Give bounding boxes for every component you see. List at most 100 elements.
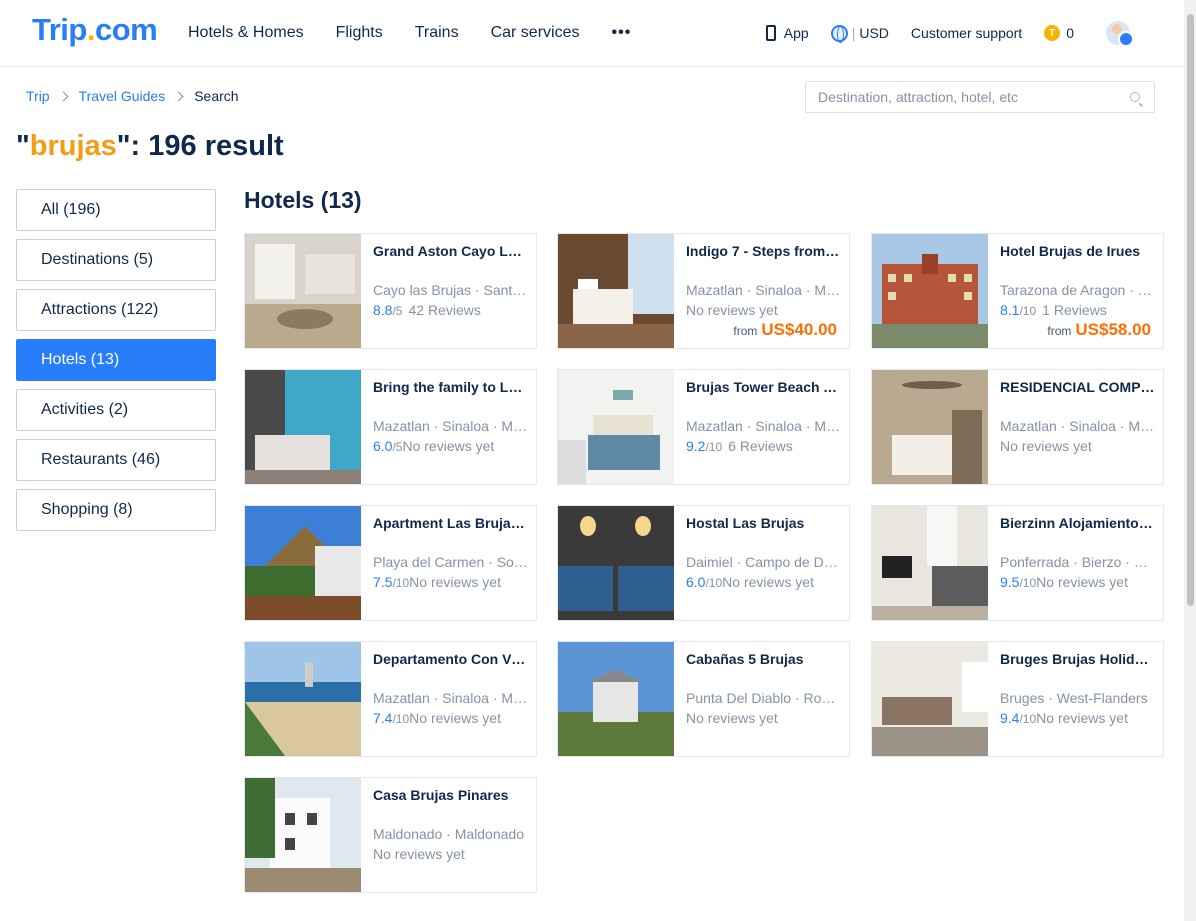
hotel-card[interactable]: Bring the family to Las Brujas Mazatlan ·… xyxy=(244,369,537,485)
hotel-info: Brujas Tower Beach Apartment Mazatlan · S… xyxy=(686,379,841,456)
hotel-reviews: No reviews yet xyxy=(1000,438,1092,454)
hotel-score: 6.0 xyxy=(686,574,706,590)
currency-label: USD xyxy=(859,25,889,41)
hotel-info: Grand Aston Cayo Las Brujas Beach Resort… xyxy=(373,243,528,320)
nav-car-services[interactable]: Car services xyxy=(491,24,580,42)
hotel-rating: 8.8/5 42 Reviews xyxy=(373,302,528,320)
price-prefix: from xyxy=(1047,324,1072,338)
nav-hotels-homes[interactable]: Hotels & Homes xyxy=(188,24,304,42)
hotel-score-scale: /10 xyxy=(392,576,410,590)
hotel-location: Daimiel · Campo de Daimiel xyxy=(686,554,841,570)
hotel-photo[interactable] xyxy=(872,370,988,484)
hotel-reviews: 42 Reviews xyxy=(408,302,481,318)
hotel-info: Casa Brujas Pinares Maldonado · Maldonado… xyxy=(373,787,528,864)
currency-selector[interactable]: | USD xyxy=(830,24,889,43)
more-menu-icon[interactable]: ••• xyxy=(611,24,631,42)
breadcrumb-travel-guides[interactable]: Travel Guides xyxy=(79,88,166,104)
section-title: Hotels (13) xyxy=(244,187,362,213)
hotel-photo[interactable] xyxy=(872,506,988,620)
hotel-card[interactable]: Bruges Brujas Holiday Home Bruges · West-… xyxy=(871,641,1164,757)
hotel-name[interactable]: Cabañas 5 Brujas xyxy=(686,651,841,669)
hotel-rating: 6.0/10No reviews yet xyxy=(686,574,841,592)
hotel-name[interactable]: Bring the family to Las Brujas xyxy=(373,379,528,397)
sidebar-item-attractions[interactable]: Attractions (122) xyxy=(16,289,216,331)
search-icon[interactable] xyxy=(1130,92,1140,102)
hotel-card[interactable]: RESIDENCIAL COMPLETA BRUJAS Mazatlan · Si… xyxy=(871,369,1164,485)
sidebar-item-destinations[interactable]: Destinations (5) xyxy=(16,239,216,281)
hotel-info: RESIDENCIAL COMPLETA BRUJAS Mazatlan · Si… xyxy=(1000,379,1155,456)
breadcrumb-trip[interactable]: Trip xyxy=(26,88,50,104)
hotel-name[interactable]: Apartment Las Brujas Playa xyxy=(373,515,528,533)
app-link[interactable]: App xyxy=(765,25,809,41)
hotel-score-scale: /10 xyxy=(1019,304,1037,318)
hotel-score: 6.0 xyxy=(373,438,393,454)
hotel-location: Mazatlan · Sinaloa · Mexico xyxy=(686,282,841,298)
page-scrollbar[interactable] xyxy=(1184,0,1196,921)
hotel-card[interactable]: Brujas Tower Beach Apartment Mazatlan · S… xyxy=(557,369,850,485)
hotel-reviews: No reviews yet xyxy=(722,574,814,590)
hotel-location: Mazatlan · Sinaloa · Mexico xyxy=(1000,418,1155,434)
hotel-photo[interactable] xyxy=(872,234,988,348)
hotel-name[interactable]: Bruges Brujas Holiday Home xyxy=(1000,651,1155,669)
sidebar-item-hotels[interactable]: Hotels (13) xyxy=(16,339,216,381)
hotel-photo[interactable] xyxy=(872,642,988,756)
hotel-name[interactable]: Casa Brujas Pinares xyxy=(373,787,528,805)
hotel-name[interactable]: RESIDENCIAL COMPLETA BRUJAS xyxy=(1000,379,1155,397)
price-amount: US$58.00 xyxy=(1075,320,1151,339)
nav-trains[interactable]: Trains xyxy=(415,24,459,42)
hotel-photo[interactable] xyxy=(245,642,361,756)
header-utilities: App | USD Customer support T 0 xyxy=(744,0,1134,66)
hotel-photo[interactable] xyxy=(245,370,361,484)
hotel-reviews: 6 Reviews xyxy=(728,438,793,454)
hotel-rating: No reviews yet xyxy=(373,846,528,864)
sidebar-item-all[interactable]: All (196) xyxy=(16,189,216,231)
hotel-card[interactable]: Cabañas 5 Brujas Punta Del Diablo · Rocha… xyxy=(557,641,850,757)
sidebar-item-activities[interactable]: Activities (2) xyxy=(16,389,216,431)
hotel-rating: No reviews yet xyxy=(686,302,841,320)
hotel-name[interactable]: Indigo 7 - Steps from the beach xyxy=(686,243,841,261)
hotel-reviews: No reviews yet xyxy=(686,302,778,318)
customer-support-link[interactable]: Customer support xyxy=(911,25,1022,41)
hotel-location: Maldonado · Maldonado xyxy=(373,826,524,842)
hotel-card[interactable]: Casa Brujas Pinares Maldonado · Maldonado… xyxy=(244,777,537,893)
hotel-card[interactable]: Hotel Brujas de Irues Tarazona de Aragon … xyxy=(871,233,1164,349)
hotel-name[interactable]: Bierzinn Alojamiento Brujas xyxy=(1000,515,1155,533)
hotel-rating: 7.5/10No reviews yet xyxy=(373,574,528,592)
hotel-photo[interactable] xyxy=(245,506,361,620)
hotel-photo[interactable] xyxy=(558,506,674,620)
phone-icon xyxy=(765,25,776,41)
scrollbar-thumb[interactable] xyxy=(1187,14,1194,606)
hotel-score-scale: /10 xyxy=(392,712,410,726)
price-amount: US$40.00 xyxy=(761,320,837,339)
hotel-name[interactable]: Grand Aston Cayo Las Brujas Beach Resort… xyxy=(373,243,528,261)
app-label: App xyxy=(783,25,809,41)
trip-logo[interactable]: Trip.com xyxy=(32,12,158,48)
user-avatar[interactable] xyxy=(1106,21,1134,47)
nav-flights[interactable]: Flights xyxy=(336,24,383,42)
hotel-card[interactable]: Departamento Con Vista Brujas Mazatlan · … xyxy=(244,641,537,757)
hotel-card[interactable]: Apartment Las Brujas Playa Playa del Carm… xyxy=(244,505,537,621)
hotel-score: 9.2 xyxy=(686,438,706,454)
sidebar-item-restaurants[interactable]: Restaurants (46) xyxy=(16,439,216,481)
hotel-card[interactable]: Bierzinn Alojamiento Brujas Ponferrada · … xyxy=(871,505,1164,621)
hotel-name[interactable]: Hostal Las Brujas xyxy=(686,515,841,533)
hotel-photo[interactable] xyxy=(558,234,674,348)
page-title: "brujas": 196 result xyxy=(16,130,284,162)
hotel-name[interactable]: Departamento Con Vista Brujas xyxy=(373,651,528,669)
hotel-name[interactable]: Hotel Brujas de Irues xyxy=(1000,243,1155,261)
hotel-card[interactable]: Grand Aston Cayo Las Brujas Beach Resort… xyxy=(244,233,537,349)
hotel-reviews: No reviews yet xyxy=(373,846,465,862)
search-input[interactable] xyxy=(818,89,1118,105)
hotel-name[interactable]: Brujas Tower Beach Apartment xyxy=(686,379,841,397)
hotel-score-scale: /10 xyxy=(705,576,723,590)
hotel-photo[interactable] xyxy=(245,234,361,348)
hotel-photo[interactable] xyxy=(558,642,674,756)
trip-coins[interactable]: T 0 xyxy=(1044,25,1074,41)
breadcrumb-current: Search xyxy=(194,88,239,104)
sidebar-item-shopping[interactable]: Shopping (8) xyxy=(16,489,216,531)
hotel-score: 9.5 xyxy=(1000,574,1020,590)
hotel-card[interactable]: Hostal Las Brujas Daimiel · Campo de Daim… xyxy=(557,505,850,621)
hotel-photo[interactable] xyxy=(245,778,361,892)
hotel-photo[interactable] xyxy=(558,370,674,484)
hotel-card[interactable]: Indigo 7 - Steps from the beach Mazatlan … xyxy=(557,233,850,349)
